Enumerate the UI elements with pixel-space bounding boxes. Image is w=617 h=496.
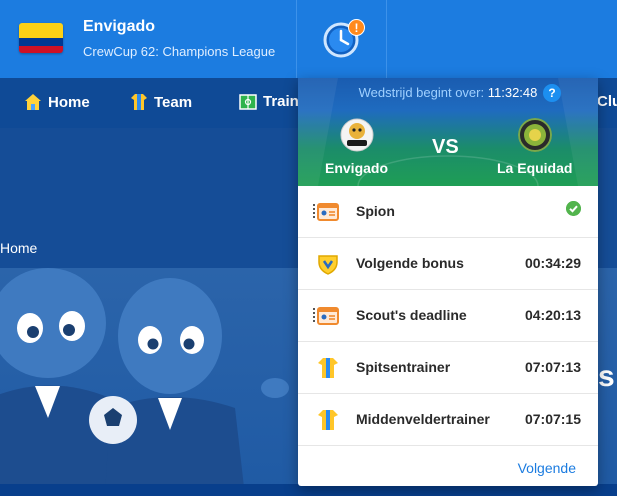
- item-label: Scout's deadline: [356, 307, 467, 323]
- bonus-shield-icon: [318, 255, 338, 275]
- home-team-name[interactable]: Envigado: [325, 160, 388, 176]
- breadcrumb[interactable]: Home: [0, 240, 37, 256]
- nav-item-home[interactable]: Home: [24, 93, 90, 111]
- list-item[interactable]: Spitsentrainer 07:07:13: [298, 342, 598, 394]
- nav-label: Clu: [597, 93, 617, 110]
- header-divider: [296, 0, 297, 78]
- task-list: Spion Volgende bonus 00:34:29 Scout's de…: [298, 186, 598, 446]
- league-name[interactable]: CrewCup 62: Champions League: [83, 44, 275, 59]
- item-countdown: 00:34:29: [524, 255, 581, 271]
- list-item[interactable]: Volgende bonus 00:34:29: [298, 238, 598, 290]
- item-countdown: 04:20:13: [524, 307, 581, 323]
- check-icon: [566, 201, 581, 216]
- match-header: Wedstrijd begint over: 11:32:48 ? Enviga…: [298, 78, 598, 186]
- list-item[interactable]: Spion: [298, 186, 598, 238]
- jersey-icon: [318, 410, 338, 430]
- item-label: Spitsentrainer: [356, 359, 451, 375]
- nav-item-team[interactable]: Team: [130, 93, 192, 111]
- hero-title-fragment: s: [598, 360, 615, 393]
- jersey-icon: [131, 94, 147, 110]
- item-label: Volgende bonus: [356, 255, 464, 271]
- versus-label: VS: [432, 136, 459, 158]
- help-icon[interactable]: ?: [543, 84, 561, 102]
- notification-badge: !: [348, 19, 365, 36]
- next-link[interactable]: Volgende: [518, 460, 576, 476]
- item-countdown: 07:07:15: [524, 411, 581, 427]
- upcoming-match-popup: Wedstrijd begint over: 11:32:48 ? Enviga…: [298, 78, 598, 486]
- countdown-label: Wedstrijd begint over:: [358, 85, 485, 100]
- away-team-crest[interactable]: [518, 118, 552, 152]
- nav-item-club[interactable]: Clu: [597, 93, 617, 110]
- nav-label: Home: [48, 93, 90, 111]
- item-countdown: 07:07:13: [524, 359, 581, 375]
- header-divider: [386, 0, 387, 78]
- training-icon: [239, 93, 257, 110]
- list-item[interactable]: Scout's deadline 04:20:13: [298, 290, 598, 342]
- item-label: Middenveldertrainer: [356, 411, 490, 427]
- home-team-crest[interactable]: [340, 118, 374, 152]
- club-name[interactable]: Envigado: [83, 18, 155, 36]
- item-label: Spion: [356, 203, 395, 219]
- nav-item-training[interactable]: Traini: [239, 93, 303, 110]
- list-item[interactable]: Middenveldertrainer 07:07:15: [298, 394, 598, 446]
- jersey-icon: [318, 358, 338, 378]
- id-card-icon: [317, 307, 339, 325]
- nav-label: Traini: [263, 93, 304, 110]
- away-team-name[interactable]: La Equidad: [497, 160, 572, 176]
- countdown-time: 11:32:48: [487, 85, 538, 100]
- id-card-icon: [317, 203, 339, 221]
- colombia-flag-icon: [19, 23, 63, 53]
- nav-label: Team: [154, 93, 193, 111]
- home-icon: [25, 94, 41, 110]
- top-header: Envigado CrewCup 62: Champions League !: [0, 0, 617, 78]
